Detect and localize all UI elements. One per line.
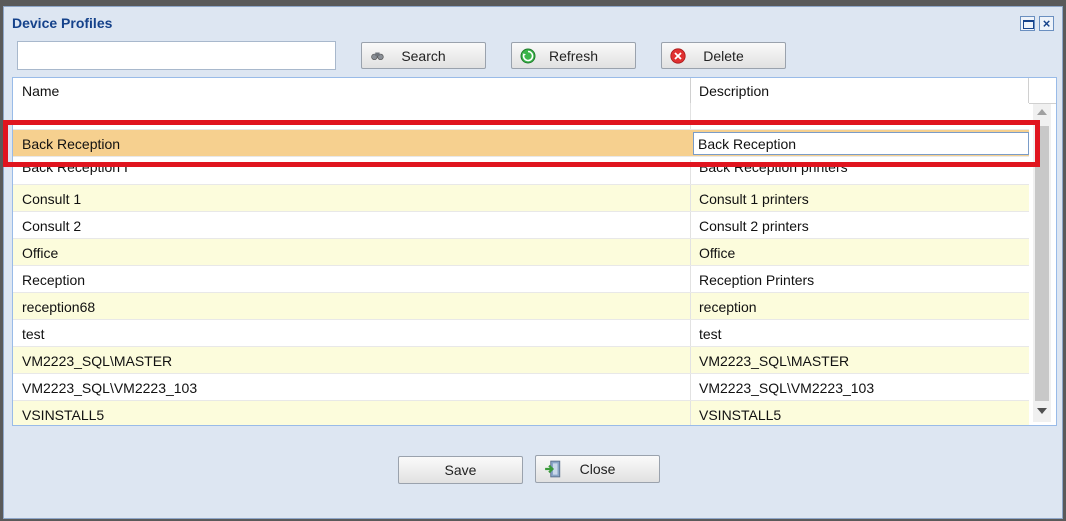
cell-divider [690, 320, 691, 346]
description-cell[interactable]: Back Reception printers [699, 159, 848, 175]
search-button-label: Search [401, 48, 446, 64]
save-button[interactable]: Save [398, 456, 523, 484]
description-cell[interactable]: Office [699, 245, 735, 261]
cell-divider [690, 160, 691, 184]
dialog-title: Device Profiles [12, 15, 113, 31]
refresh-button-label: Refresh [548, 48, 599, 64]
column-divider[interactable] [690, 78, 691, 103]
description-cell[interactable]: VM2223_SQL\MASTER [699, 353, 849, 369]
table-row[interactable]: Reception Reception Printers [13, 266, 1029, 293]
table-row-empty[interactable] [13, 103, 1029, 130]
name-cell[interactable]: Reception [22, 272, 85, 288]
name-cell[interactable]: test [22, 326, 45, 342]
table-row[interactable]: VM2223_SQL\MASTER VM2223_SQL\MASTER [13, 347, 1029, 374]
table-row[interactable]: Office Office [13, 239, 1029, 266]
delete-button[interactable]: Delete [661, 42, 786, 69]
description-cell[interactable]: Consult 2 printers [699, 218, 809, 234]
cell-divider [690, 374, 691, 400]
save-button-label: Save [444, 462, 477, 478]
table-row-selected[interactable]: Back Reception Back Reception [13, 130, 1029, 157]
search-button[interactable]: Search [361, 42, 486, 69]
description-cell[interactable]: test [699, 326, 722, 342]
table-row[interactable]: Consult 2 Consult 2 printers [13, 212, 1029, 239]
search-input[interactable] [17, 41, 336, 70]
close-button-label: Close [579, 461, 616, 477]
grid-header: Name Description [13, 78, 1056, 104]
close-button[interactable]: Close [535, 455, 660, 483]
cell-divider [690, 401, 691, 425]
column-divider [1028, 78, 1029, 103]
table-row[interactable]: test test [13, 320, 1029, 347]
name-cell[interactable]: Back Reception [22, 136, 120, 152]
scroll-up-arrow-icon[interactable] [1037, 109, 1047, 115]
maximize-icon[interactable] [1020, 16, 1035, 31]
description-cell[interactable]: Consult 1 printers [699, 191, 809, 207]
column-header-name[interactable]: Name [22, 83, 59, 99]
description-edit-field[interactable]: Back Reception [693, 132, 1029, 155]
cell-divider [690, 239, 691, 265]
profiles-grid: Name Description Back Reception Back Rec… [12, 77, 1057, 426]
name-cell[interactable]: Back Reception I [22, 159, 128, 175]
cell-divider [690, 212, 691, 238]
name-cell[interactable]: reception68 [22, 299, 95, 315]
scrollbar-thumb[interactable] [1035, 126, 1049, 401]
table-row[interactable]: VM2223_SQL\VM2223_103 VM2223_SQL\VM2223_… [13, 374, 1029, 401]
name-cell[interactable]: VM2223_SQL\VM2223_103 [22, 380, 197, 396]
cell-divider [690, 266, 691, 292]
table-row[interactable]: VSINSTALL5 VSINSTALL5 [13, 401, 1029, 425]
cell-divider [690, 347, 691, 373]
description-cell[interactable]: VM2223_SQL\VM2223_103 [699, 380, 874, 396]
title-bar[interactable]: Device Profiles × [4, 7, 1062, 37]
name-cell[interactable]: Consult 2 [22, 218, 81, 234]
name-cell[interactable]: Office [22, 245, 58, 261]
device-profiles-dialog: Device Profiles × Search Refresh Delete … [3, 6, 1063, 519]
name-cell[interactable]: VSINSTALL5 [22, 407, 104, 423]
table-row[interactable]: Consult 1 Consult 1 printers [13, 185, 1029, 212]
name-cell[interactable]: Consult 1 [22, 191, 81, 207]
table-row[interactable]: Back Reception I Back Reception printers [13, 159, 1029, 185]
refresh-button[interactable]: Refresh [511, 42, 636, 69]
table-row[interactable]: reception68 reception [13, 293, 1029, 320]
description-cell[interactable]: Reception Printers [699, 272, 814, 288]
column-header-description[interactable]: Description [699, 83, 769, 99]
description-cell[interactable]: VSINSTALL5 [699, 407, 781, 423]
cell-divider [690, 103, 691, 129]
delete-button-label: Delete [703, 48, 744, 64]
name-cell[interactable]: VM2223_SQL\MASTER [22, 353, 172, 369]
vertical-scrollbar[interactable] [1033, 104, 1051, 422]
scroll-down-arrow-icon[interactable] [1037, 408, 1047, 414]
cell-divider [690, 293, 691, 319]
close-window-icon[interactable]: × [1039, 16, 1054, 31]
cell-divider [690, 185, 691, 211]
description-cell[interactable]: reception [699, 299, 757, 315]
